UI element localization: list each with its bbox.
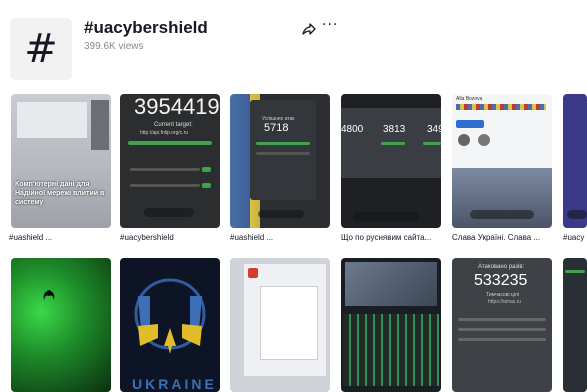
video-caption[interactable]: #uacy <box>563 233 587 242</box>
artwork-bottom-text: UKRAINE <box>132 376 217 392</box>
toggle-row <box>130 184 200 187</box>
photo-grid <box>452 168 552 228</box>
emblem-artwork-icon <box>134 278 206 354</box>
more-options-icon[interactable]: ··· <box>322 17 338 33</box>
hashtag-title: #uacybershield <box>84 18 208 37</box>
video-card[interactable] <box>341 258 441 392</box>
share-icon[interactable] <box>302 22 316 36</box>
video-card[interactable]: Успішних атак 5718 <box>230 94 330 228</box>
video-caption[interactable]: Що по руснявим сайта... <box>341 233 445 242</box>
hashtag-icon: # <box>10 18 72 80</box>
city-screen <box>345 262 437 306</box>
target-label: Тимчасові цілі <box>486 292 519 298</box>
status-bar <box>128 141 212 145</box>
video-card[interactable] <box>11 258 111 392</box>
video-card[interactable]: Alla Bozova <box>452 94 552 228</box>
target-url: https://amas.ru <box>488 299 522 305</box>
panel-value: 3813 <box>383 124 406 135</box>
panel-value: 349 <box>427 124 441 135</box>
flag-strip <box>456 104 546 110</box>
person-thumbnail <box>91 100 109 150</box>
status-bar <box>458 338 546 341</box>
video-caption[interactable]: #uashield ... <box>230 233 334 242</box>
blurred-caption <box>353 212 419 221</box>
toggle-switch <box>202 167 211 172</box>
app-logo-icon <box>248 268 258 278</box>
toggle-row <box>130 168 200 171</box>
panel-value: 4800 <box>341 124 364 135</box>
video-card[interactable] <box>563 258 587 392</box>
video-card[interactable]: UKRAINE <box>120 258 220 392</box>
status-bar <box>381 142 405 145</box>
app-window <box>250 100 316 200</box>
video-overlay-text: Комп'ютерні дані для Надійної мережі вли… <box>15 181 105 206</box>
profile-name: Alla Bozova <box>456 96 483 102</box>
counter-value: 3954419 <box>134 94 220 119</box>
status-bar <box>256 142 310 145</box>
attack-label: Атаковано разів: <box>478 264 525 270</box>
toggle-switch <box>202 183 211 188</box>
profile-button <box>456 120 484 128</box>
blurred-caption <box>144 208 194 217</box>
video-card[interactable] <box>230 258 330 392</box>
video-card[interactable]: Атаковано разів: 533235 Тимчасові цілі h… <box>452 258 552 392</box>
avatar <box>458 134 470 146</box>
blurred-caption <box>470 210 534 219</box>
target-url: http://api.fnlip.org/c.ru <box>140 130 189 136</box>
video-card[interactable]: Комп'ютерні дані для Надійної мережі вли… <box>11 94 111 228</box>
view-count: 399.6K views <box>84 41 144 52</box>
hashtag-header: # #uacybershield 399.6K views ··· <box>0 0 587 90</box>
attack-count: 5718 <box>264 122 289 134</box>
status-bar <box>458 318 546 321</box>
razer-logo-icon <box>43 290 55 301</box>
keyboard-backlight <box>343 314 439 386</box>
blurred-caption <box>567 210 587 219</box>
dialog-window <box>260 286 318 360</box>
target-label: Current target: <box>154 122 193 128</box>
video-caption[interactable]: #uacybershield <box>120 233 224 242</box>
screen-window <box>17 102 87 138</box>
status-bar <box>458 328 546 331</box>
avatar <box>478 134 490 146</box>
blurred-caption <box>258 210 304 218</box>
hashtag-symbol: # <box>24 26 58 72</box>
attack-count: 533235 <box>474 272 528 289</box>
status-bar <box>256 152 310 155</box>
status-bar <box>423 142 441 145</box>
video-caption[interactable]: Слава Україні. Слава ... <box>452 233 556 242</box>
video-card[interactable]: 3954419 Current target: http://api.fnlip… <box>120 94 220 228</box>
video-caption[interactable]: #uashield ... <box>9 233 113 242</box>
video-card[interactable] <box>563 94 587 228</box>
status-bar <box>565 270 585 273</box>
video-card[interactable]: 4800 3813 349 <box>341 94 441 228</box>
